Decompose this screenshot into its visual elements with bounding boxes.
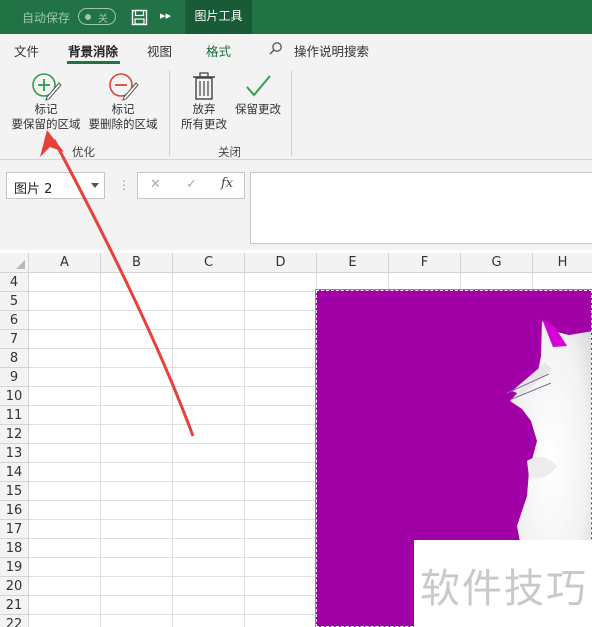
formula-buttons: ✕ ✓ fx bbox=[137, 172, 245, 199]
name-box-value: 图片 2 bbox=[14, 182, 53, 197]
column-header-c[interactable]: C bbox=[173, 253, 245, 273]
row-header[interactable]: 6 bbox=[0, 311, 29, 330]
mark-remove-label-1: 标记 bbox=[111, 102, 135, 116]
tab-format[interactable]: 格式 bbox=[206, 41, 231, 60]
autosave-toggle[interactable]: 关 bbox=[78, 8, 116, 25]
row-header[interactable]: 22 bbox=[0, 615, 29, 627]
row-header[interactable]: 20 bbox=[0, 577, 29, 596]
group-close-label: 关闭 bbox=[218, 145, 241, 159]
tab-file[interactable]: 文件 bbox=[14, 41, 39, 60]
cancel-icon[interactable]: ✕ bbox=[150, 177, 161, 192]
row-header[interactable]: 7 bbox=[0, 330, 29, 349]
column-header-e[interactable]: E bbox=[317, 253, 389, 273]
group-refine-label: 优化 bbox=[72, 145, 95, 159]
row-header[interactable]: 15 bbox=[0, 482, 29, 501]
excel-window: 自动保存 关 ▸▸ 图片工具 文件 背景消除 视图 格式 操作说明搜索 标记 要… bbox=[0, 0, 592, 627]
chevron-down-icon[interactable] bbox=[91, 183, 99, 188]
column-header-g[interactable]: G bbox=[461, 253, 533, 273]
formula-input[interactable] bbox=[250, 172, 592, 244]
row-header[interactable]: 17 bbox=[0, 520, 29, 539]
title-bar: 自动保存 关 ▸▸ 图片工具 bbox=[0, 0, 592, 34]
autosave-state: 关 bbox=[98, 14, 108, 25]
mark-remove-label-2: 要删除的区域 bbox=[88, 117, 158, 131]
insert-function-icon[interactable]: fx bbox=[221, 176, 233, 191]
row-header[interactable]: 10 bbox=[0, 387, 29, 406]
toggle-dot-icon bbox=[85, 14, 91, 20]
group-separator bbox=[169, 70, 170, 156]
select-all-icon bbox=[16, 260, 25, 269]
save-icon[interactable] bbox=[131, 9, 148, 26]
row-header[interactable]: 12 bbox=[0, 425, 29, 444]
row-header[interactable]: 14 bbox=[0, 463, 29, 482]
drag-handle-icon[interactable]: ⋮ bbox=[118, 178, 130, 192]
row-header[interactable]: 5 bbox=[0, 292, 29, 311]
pencil-minus-icon bbox=[109, 73, 139, 101]
row-header[interactable]: 16 bbox=[0, 501, 29, 520]
tab-view[interactable]: 视图 bbox=[147, 41, 172, 60]
column-header-a[interactable]: A bbox=[29, 253, 101, 273]
column-header-h[interactable]: H bbox=[533, 253, 592, 273]
pencil-plus-icon bbox=[32, 73, 62, 101]
checkmark-icon bbox=[246, 75, 271, 97]
group-separator bbox=[291, 70, 292, 156]
discard-label-1: 放弃 bbox=[192, 102, 216, 116]
discard-label-2: 所有更改 bbox=[181, 117, 227, 131]
search-icon[interactable] bbox=[268, 41, 283, 56]
row-header[interactable]: 21 bbox=[0, 596, 29, 615]
mark-keep-label-1: 标记 bbox=[34, 102, 58, 116]
tell-me-search[interactable]: 操作说明搜索 bbox=[294, 41, 369, 60]
row-header[interactable]: 4 bbox=[0, 273, 29, 292]
autosave-label: 自动保存 bbox=[22, 11, 71, 25]
row-header[interactable]: 18 bbox=[0, 539, 29, 558]
column-header-f[interactable]: F bbox=[389, 253, 461, 273]
keep-changes-button[interactable]: 保留更改 bbox=[232, 70, 284, 117]
row-header[interactable]: 9 bbox=[0, 368, 29, 387]
enter-icon[interactable]: ✓ bbox=[186, 177, 197, 192]
keep-changes-label: 保留更改 bbox=[235, 102, 281, 116]
trash-icon bbox=[193, 72, 215, 100]
row-header[interactable]: 13 bbox=[0, 444, 29, 463]
mark-areas-to-keep-button[interactable]: 标记 要保留的区域 bbox=[10, 70, 82, 132]
discard-all-changes-button[interactable]: 放弃 所有更改 bbox=[176, 70, 232, 132]
select-all-button[interactable] bbox=[0, 253, 29, 273]
mark-areas-to-remove-button[interactable]: 标记 要删除的区域 bbox=[86, 70, 160, 132]
more-commands-icon[interactable]: ▸▸ bbox=[160, 9, 171, 22]
tab-background-removal[interactable]: 背景消除 bbox=[68, 41, 118, 60]
mark-keep-label-2: 要保留的区域 bbox=[11, 117, 81, 131]
row-header[interactable]: 19 bbox=[0, 558, 29, 577]
row-header[interactable]: 8 bbox=[0, 349, 29, 368]
column-header-d[interactable]: D bbox=[245, 253, 317, 273]
column-header-b[interactable]: B bbox=[101, 253, 173, 273]
picture-tools-tab[interactable]: 图片工具 bbox=[185, 0, 252, 34]
row-header[interactable]: 11 bbox=[0, 406, 29, 425]
name-box[interactable]: 图片 2 bbox=[6, 172, 105, 199]
watermark-text: 软件技巧 bbox=[420, 566, 588, 612]
